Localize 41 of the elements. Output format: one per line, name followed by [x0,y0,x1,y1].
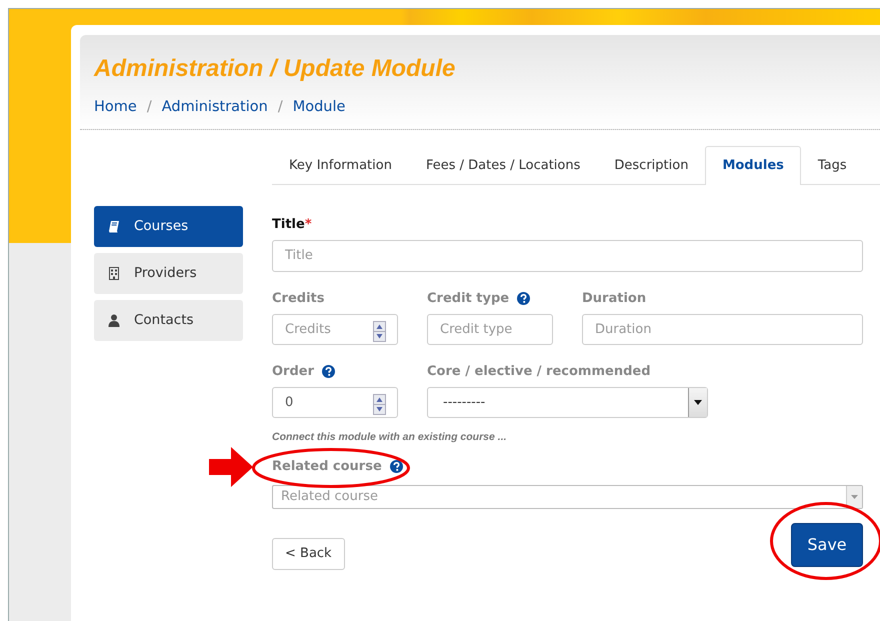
tab[interactable]: Fees / Dates / Locations [408,146,598,184]
breadcrumb-separator: / [146,98,152,117]
breadcrumb-link[interactable]: Module [292,97,346,119]
breadcrumb-link[interactable]: Administration [162,97,268,119]
tab[interactable]: Tags [800,146,864,184]
breadcrumb-link[interactable]: Home [94,97,137,119]
dropdown-arrow-icon [851,494,858,498]
field-label: Related course [272,458,382,476]
building-icon [108,266,120,280]
input-field[interactable]: Title [272,240,863,272]
sidebar-item[interactable]: Contacts [94,300,243,341]
spinner-icon [373,320,386,342]
page-title: Administration / Update Module [94,54,456,84]
tab[interactable]: Description [597,146,706,184]
tab[interactable]: Key Information [272,146,409,184]
field-label: Credit type [427,290,510,308]
input-field[interactable]: Duration [582,314,863,345]
field-label: Title* [272,216,312,234]
save-button[interactable]: Save [791,522,863,566]
tab[interactable]: Modules [705,146,801,185]
number-field[interactable]: 0 [272,386,398,418]
select-field[interactable]: --------- [427,386,708,418]
sidebar-item[interactable]: Courses [94,206,243,247]
field-label: Duration [582,290,646,308]
book-icon [108,220,120,233]
field-label: Order [272,363,314,381]
field-label: Core / elective / recommended [427,363,651,381]
sidebar-item[interactable]: Providers [94,252,243,294]
field-label: Credits [272,290,324,308]
breadcrumb-separator: / [278,98,283,117]
person-icon [108,314,120,327]
number-field[interactable]: Credits [272,314,398,345]
spinner-icon [373,394,386,415]
annotation-arrow [209,447,253,487]
input-field[interactable]: Credit type [427,314,553,345]
help-icon [322,365,335,378]
help-icon [390,460,403,473]
help-icon [517,292,530,306]
back-button[interactable]: < Back [272,538,345,570]
hint-text: Connect this module with an existing course ... [272,430,508,445]
dropdown-arrow-icon [694,400,702,405]
